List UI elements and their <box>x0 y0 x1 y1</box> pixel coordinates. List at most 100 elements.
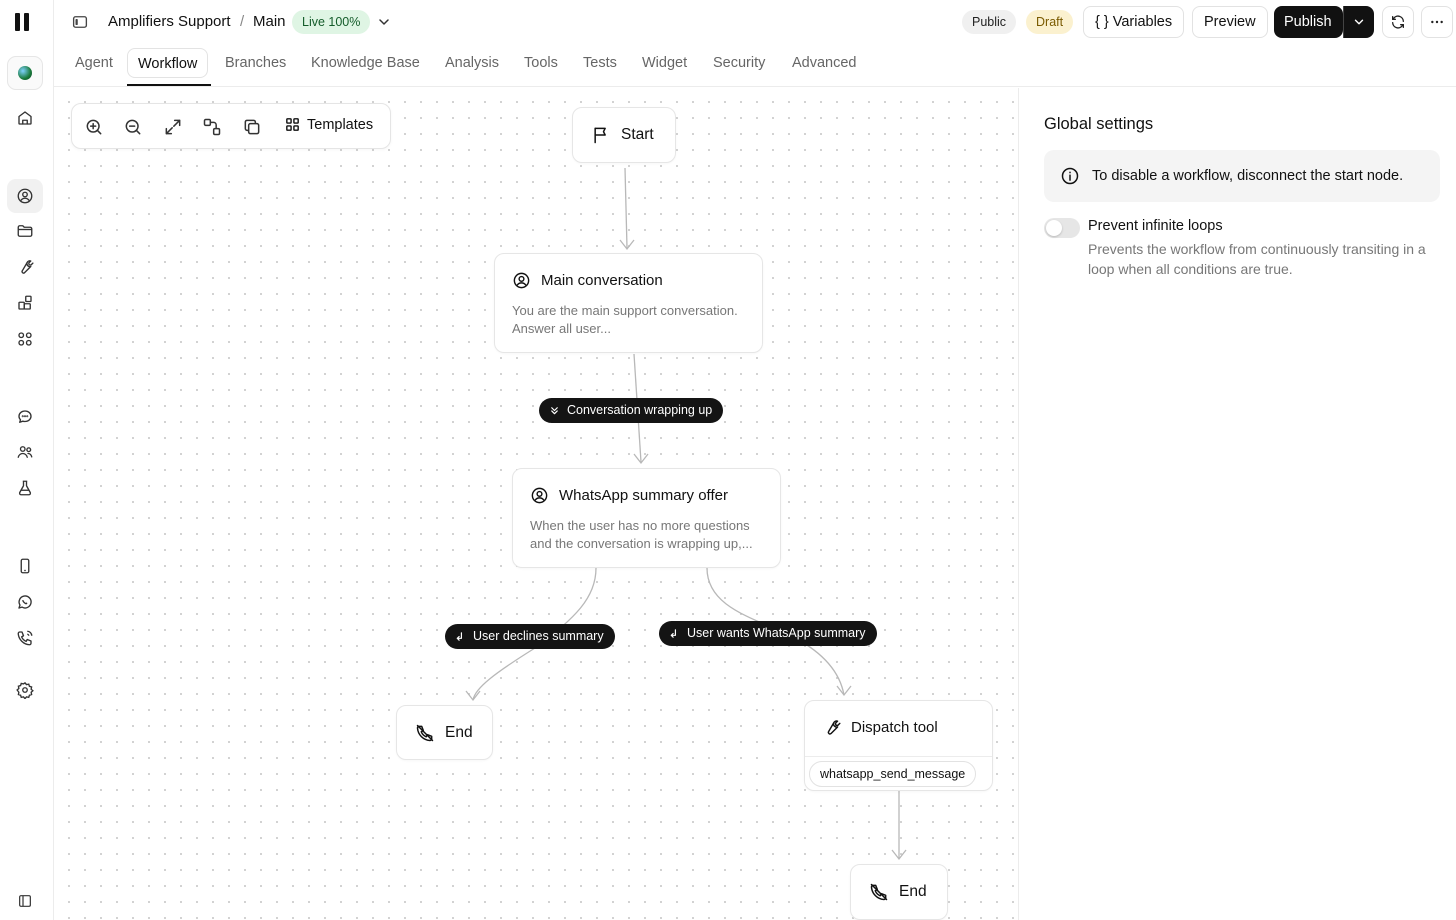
grid-icon <box>286 118 299 131</box>
breadcrumb-agent-name[interactable]: Amplifiers Support <box>108 13 231 30</box>
app-logo[interactable] <box>15 13 35 31</box>
canvas-toolbar: Templates <box>71 103 391 149</box>
top-bar: Amplifiers Support / Main Live 100% Publ… <box>54 0 1456 44</box>
edge-label-user-wants[interactable]: User wants WhatsApp summary <box>659 621 877 646</box>
breadcrumb-separator: / <box>240 13 245 30</box>
whatsapp-summary-node[interactable]: WhatsApp summary offer When the user has… <box>512 468 781 568</box>
collapse-sidebar-button[interactable] <box>7 884 43 918</box>
zoom-out-icon <box>125 119 141 135</box>
global-settings-panel: Global settings To disable a workflow, d… <box>1018 88 1456 920</box>
templates-label: Templates <box>307 116 374 133</box>
end-node-1[interactable]: End <box>396 705 493 760</box>
tab-workflow[interactable]: Workflow <box>127 48 209 78</box>
user-circle-icon <box>513 272 530 289</box>
whatsapp-icon <box>18 595 32 609</box>
info-icon <box>1061 167 1079 185</box>
left-rail <box>0 0 54 920</box>
more-options-button[interactable] <box>1421 6 1453 38</box>
user-circle-icon <box>531 487 548 504</box>
main-conversation-title: Main conversation <box>541 272 663 289</box>
info-banner: To disable a workflow, disconnect the st… <box>1044 150 1440 202</box>
home-nav-button[interactable] <box>7 101 43 135</box>
home-icon <box>18 111 32 125</box>
prevent-loops-toggle[interactable] <box>1044 218 1080 238</box>
edge-label-wrapping-up-text: Conversation wrapping up <box>567 403 713 417</box>
edge-start-to-main <box>624 167 628 249</box>
toggle-knob <box>1046 220 1062 236</box>
workflow-canvas[interactable]: Templates Start Main conversation You ar… <box>55 88 1018 920</box>
duplicate-button[interactable] <box>242 117 262 137</box>
end-node-2[interactable]: End <box>850 864 948 920</box>
chevron-down-icon <box>1354 19 1364 25</box>
tab-branches[interactable]: Branches <box>215 48 296 78</box>
calls-nav-button[interactable] <box>7 621 43 655</box>
integrations-icon <box>18 295 32 310</box>
tools-nav-button[interactable] <box>7 250 43 284</box>
auto-layout-button[interactable] <box>202 117 222 137</box>
agent-orb-icon <box>18 66 32 80</box>
phone-hangup-icon <box>416 724 434 741</box>
publish-button[interactable]: Publish <box>1274 6 1343 38</box>
agents-nav-button[interactable] <box>7 179 43 213</box>
preview-button[interactable]: Preview <box>1192 6 1268 38</box>
dispatch-tool-node[interactable]: Dispatch tool whatsapp_send_message <box>804 700 993 791</box>
fit-view-icon <box>165 119 181 135</box>
tab-analysis[interactable]: Analysis <box>435 48 509 78</box>
main-conversation-node[interactable]: Main conversation You are the main suppo… <box>494 253 763 353</box>
sync-button[interactable] <box>1382 6 1414 38</box>
zoom-in-button[interactable] <box>84 117 104 137</box>
conversations-nav-button[interactable] <box>7 400 43 434</box>
zoom-out-button[interactable] <box>123 117 143 137</box>
flag-icon <box>594 127 606 144</box>
public-badge: Public <box>962 10 1017 34</box>
folders-nav-button[interactable] <box>7 214 43 248</box>
publish-options-button[interactable] <box>1343 6 1374 38</box>
gear-icon <box>16 681 34 699</box>
panel-toggle-button[interactable] <box>71 13 89 31</box>
apps-grid-icon <box>18 332 32 346</box>
tab-widget[interactable]: Widget <box>632 48 697 78</box>
main-conversation-description: You are the main support conversation. A… <box>512 303 738 336</box>
tab-tools[interactable]: Tools <box>514 48 568 78</box>
wrench-icon <box>21 260 34 274</box>
prevent-loops-description: Prevents the workflow from continuously … <box>1088 241 1426 277</box>
chevrons-down-icon <box>551 407 558 415</box>
zoom-in-icon <box>86 119 102 135</box>
tab-agent[interactable]: Agent <box>65 48 123 78</box>
settings-nav-button[interactable] <box>7 673 43 707</box>
folder-icon <box>17 225 33 237</box>
tab-advanced[interactable]: Advanced <box>782 48 867 78</box>
phone-nav-button[interactable] <box>7 549 43 583</box>
apps-nav-button[interactable] <box>7 322 43 356</box>
integrations-nav-button[interactable] <box>7 286 43 320</box>
sidebar-collapse-icon <box>19 895 31 907</box>
auto-layout-icon <box>203 118 221 136</box>
users-icon <box>17 446 33 458</box>
branch-dropdown-button[interactable] <box>376 14 392 30</box>
agent-avatar-button[interactable] <box>7 56 43 90</box>
draft-badge: Draft <box>1026 10 1074 34</box>
users-nav-button[interactable] <box>7 435 43 469</box>
sidebar-toggle-icon <box>72 16 88 28</box>
chevron-down-icon <box>379 19 389 25</box>
phone-hangup-icon <box>870 883 888 901</box>
live-status-badge: Live 100% <box>292 10 371 34</box>
templates-button[interactable]: Templates <box>284 116 373 133</box>
tab-security[interactable]: Security <box>703 48 775 78</box>
whatsapp-nav-button[interactable] <box>7 585 43 619</box>
tests-nav-button[interactable] <box>7 471 43 505</box>
fit-view-button[interactable] <box>163 117 183 137</box>
edge-label-user-declines[interactable]: User declines summary <box>445 624 615 649</box>
start-node[interactable]: Start <box>572 107 676 163</box>
active-tab-indicator <box>127 84 211 86</box>
edge-label-wrapping-up[interactable]: Conversation wrapping up <box>539 398 724 423</box>
chat-bubble-icon <box>18 410 32 423</box>
edge-label-user-declines-text: User declines summary <box>473 629 604 643</box>
tab-knowledge-base[interactable]: Knowledge Base <box>301 48 430 78</box>
variables-button[interactable]: { } Variables <box>1083 6 1185 38</box>
breadcrumb-branch-name[interactable]: Main <box>253 13 286 30</box>
tab-tests[interactable]: Tests <box>573 48 627 78</box>
whatsapp-summary-title: WhatsApp summary offer <box>559 487 728 504</box>
copy-icon <box>244 119 260 135</box>
tool-name-chip[interactable]: whatsapp_send_message <box>809 761 977 787</box>
